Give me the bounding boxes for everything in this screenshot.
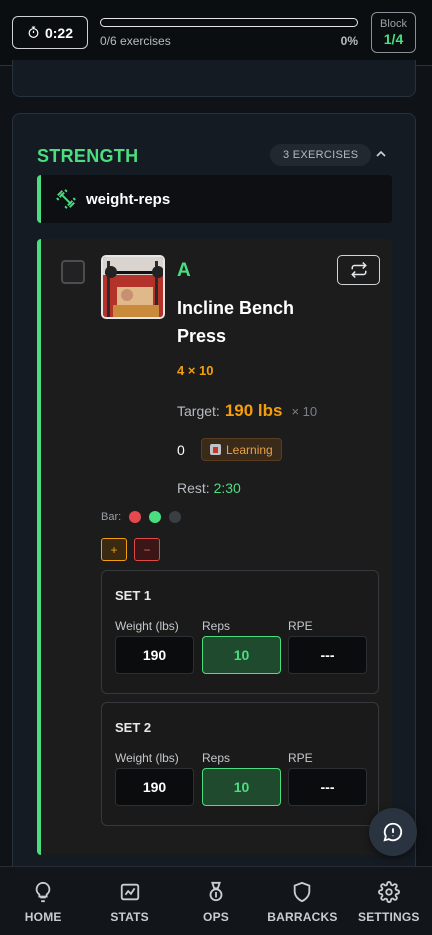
weight-label: Weight (lbs) (115, 751, 179, 765)
status-badge: Learning (201, 438, 282, 461)
feedback-button[interactable] (369, 808, 417, 856)
set-card: SET 1 Weight (lbs) Reps RPE 190 10 --- (101, 570, 379, 694)
swap-icon (350, 261, 367, 279)
workout-timer[interactable]: 0:22 (12, 16, 88, 49)
timer-value: 0:22 (44, 24, 74, 41)
nav-home[interactable]: HOME (0, 867, 86, 935)
group-label: weight-reps (86, 190, 171, 208)
block-value: 1/4 (383, 31, 404, 47)
block-indicator[interactable]: Block 1/4 (371, 12, 416, 53)
exercise-complete-checkbox[interactable] (61, 260, 85, 284)
medal-icon (209, 881, 223, 902)
swap-exercise-button[interactable] (337, 255, 380, 285)
shield-icon (294, 881, 311, 903)
target-label: Target: (177, 403, 220, 419)
status-badge-label: Learning (226, 442, 273, 457)
target-weight: 190 lbs (224, 401, 283, 420)
block-label: Block (380, 18, 407, 30)
nav-barracks[interactable]: BARRACKS (259, 867, 345, 935)
exercise-group-header: weight-reps (37, 175, 392, 223)
rpe-label: RPE (288, 751, 313, 765)
reps-label: Reps (202, 619, 231, 633)
rpe-input[interactable]: --- (288, 768, 367, 806)
bottom-nav: HOME STATS OPS BARRACKS SETTINGS (0, 866, 432, 935)
top-bar: 0:22 0/6 exercises 0% Block 1/4 (0, 0, 432, 66)
streak-count: 0 (177, 442, 185, 458)
chat-alert-icon (383, 822, 403, 842)
target-reps: × 10 (291, 404, 318, 419)
chart-icon (120, 883, 139, 901)
nav-label: STATS (110, 910, 149, 924)
progress-percent: 0% (340, 34, 358, 48)
exercise-letter: A (177, 260, 191, 281)
rpe-label: RPE (288, 619, 313, 633)
stopwatch-icon (28, 26, 39, 38)
remove-set-button[interactable]: − (134, 538, 160, 561)
rest-label: Rest: (177, 480, 210, 496)
previous-section-card (12, 60, 416, 97)
sets-reps: 4 × 10 (177, 363, 214, 378)
chevron-up-icon[interactable] (373, 146, 389, 162)
reps-input[interactable]: 10 (202, 636, 281, 674)
workout-progress-bar (100, 18, 358, 27)
rest-value: 2:30 (213, 480, 241, 496)
weight-input[interactable]: 190 (115, 636, 194, 674)
gear-icon (377, 881, 400, 903)
bar-selector: Bar: (101, 511, 182, 523)
reps-input[interactable]: 10 (202, 768, 281, 806)
set-title: SET 1 (115, 588, 152, 603)
nav-label: OPS (203, 910, 229, 924)
exercise-card: A Incline Bench Press 4 × 10 Target: 190… (37, 239, 392, 855)
strength-section: STRENGTH 3 EXERCISES weight-reps A Incli… (12, 113, 416, 893)
nav-stats[interactable]: STATS (86, 867, 172, 935)
bar-option-dark[interactable] (169, 511, 182, 523)
add-set-button[interactable]: + (101, 538, 127, 561)
exercise-thumbnail (101, 255, 165, 319)
dumbbell-icon (56, 189, 76, 209)
bar-option-green[interactable] (149, 511, 162, 523)
nav-settings[interactable]: SETTINGS (346, 867, 432, 935)
bar-option-red[interactable] (129, 511, 142, 523)
nav-label: SETTINGS (358, 910, 420, 924)
target-line: Target: 190 lbs × 10 (177, 401, 317, 421)
reps-label: Reps (202, 751, 231, 765)
nav-ops[interactable]: OPS (173, 867, 259, 935)
exercise-name: Incline Bench Press (177, 298, 295, 346)
nav-label: HOME (24, 910, 62, 924)
rpe-input[interactable]: --- (288, 636, 367, 674)
weight-input[interactable]: 190 (115, 768, 194, 806)
barbell-icon (210, 444, 221, 455)
section-title: STRENGTH (37, 146, 139, 166)
rest-line: Rest: 2:30 (177, 480, 241, 496)
weight-label: Weight (lbs) (115, 619, 179, 633)
set-title: SET 2 (115, 720, 152, 735)
nav-label: BARRACKS (267, 910, 338, 924)
exercise-count-badge: 3 EXERCISES (270, 144, 372, 166)
set-card: SET 2 Weight (lbs) Reps RPE 190 10 --- (101, 702, 379, 826)
progress-text: 0/6 exercises (100, 34, 171, 48)
bar-label: Bar: (101, 511, 122, 523)
lightbulb-icon (35, 881, 51, 903)
